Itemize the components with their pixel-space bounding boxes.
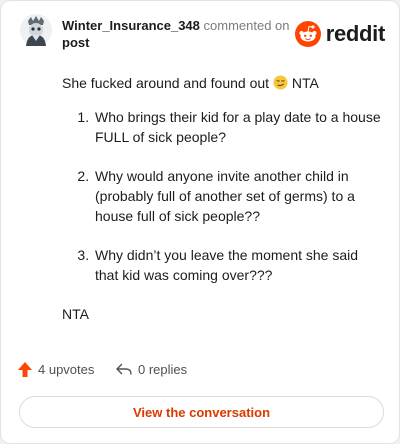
reddit-logo[interactable]: reddit xyxy=(294,20,386,48)
list-item: Why would anyone invite another child in… xyxy=(93,166,382,226)
comment-verdict: NTA xyxy=(291,75,319,91)
reddit-wordmark: reddit xyxy=(325,21,386,46)
post-link[interactable]: post xyxy=(62,34,290,51)
comment-footer: 4 upvotes 0 replies xyxy=(17,361,377,381)
comment-meta: Winter_Insurance_348 commented on post xyxy=(62,17,290,51)
comment-body: She fucked around and found out NTA Who … xyxy=(62,73,382,324)
author-name[interactable]: Winter_Insurance_348 xyxy=(62,18,200,33)
reddit-snoo-icon xyxy=(294,21,321,47)
upvote-count[interactable]: 4 upvotes xyxy=(17,361,94,378)
view-conversation-button[interactable]: View the conversation xyxy=(19,396,384,428)
reply-arrow-icon xyxy=(116,363,132,375)
comment-action-text: commented on xyxy=(203,18,290,33)
comment-embed-card: Winter_Insurance_348 commented on post r… xyxy=(0,0,400,444)
smirk-emoji-icon xyxy=(273,75,288,90)
reply-label: 0 replies xyxy=(138,361,188,377)
upvote-arrow-icon xyxy=(18,362,32,377)
comment-header: Winter_Insurance_348 commented on post r… xyxy=(19,13,385,57)
avatar[interactable] xyxy=(19,13,53,47)
comment-outro: NTA xyxy=(62,306,89,322)
list-item: Why didn’t you leave the moment she said… xyxy=(93,245,382,285)
upvote-label: 4 upvotes xyxy=(38,362,95,377)
comment-list: Who brings their kid for a play date to … xyxy=(62,107,382,285)
comment-intro: She fucked around and found out NTA xyxy=(62,73,382,93)
list-item: Who brings their kid for a play date to … xyxy=(93,107,382,147)
comment-intro-text: She fucked around and found out xyxy=(62,75,270,91)
reply-count[interactable]: 0 replies xyxy=(115,361,187,377)
